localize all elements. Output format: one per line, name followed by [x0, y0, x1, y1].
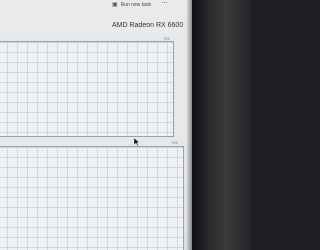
gpu-usage-graph	[0, 41, 174, 137]
task-manager-window: ▣ Run new task ⋯ AMD Radeon RX 6600 0% 0…	[0, 0, 192, 250]
run-task-icon: ▣	[112, 2, 118, 8]
mouse-cursor-icon	[134, 138, 140, 146]
title-bar: ▣ Run new task ⋯	[0, 0, 192, 10]
run-new-task-label: Run new task	[120, 2, 151, 8]
monitor-bezel	[192, 0, 250, 250]
graph-2-max-label: 0%	[172, 140, 178, 145]
gpu-engine-graph	[0, 146, 184, 250]
more-options-icon[interactable]: ⋯	[161, 0, 168, 7]
gpu-name: AMD Radeon RX 6600	[112, 22, 184, 29]
run-new-task-button[interactable]: ▣ Run new task	[112, 1, 151, 9]
